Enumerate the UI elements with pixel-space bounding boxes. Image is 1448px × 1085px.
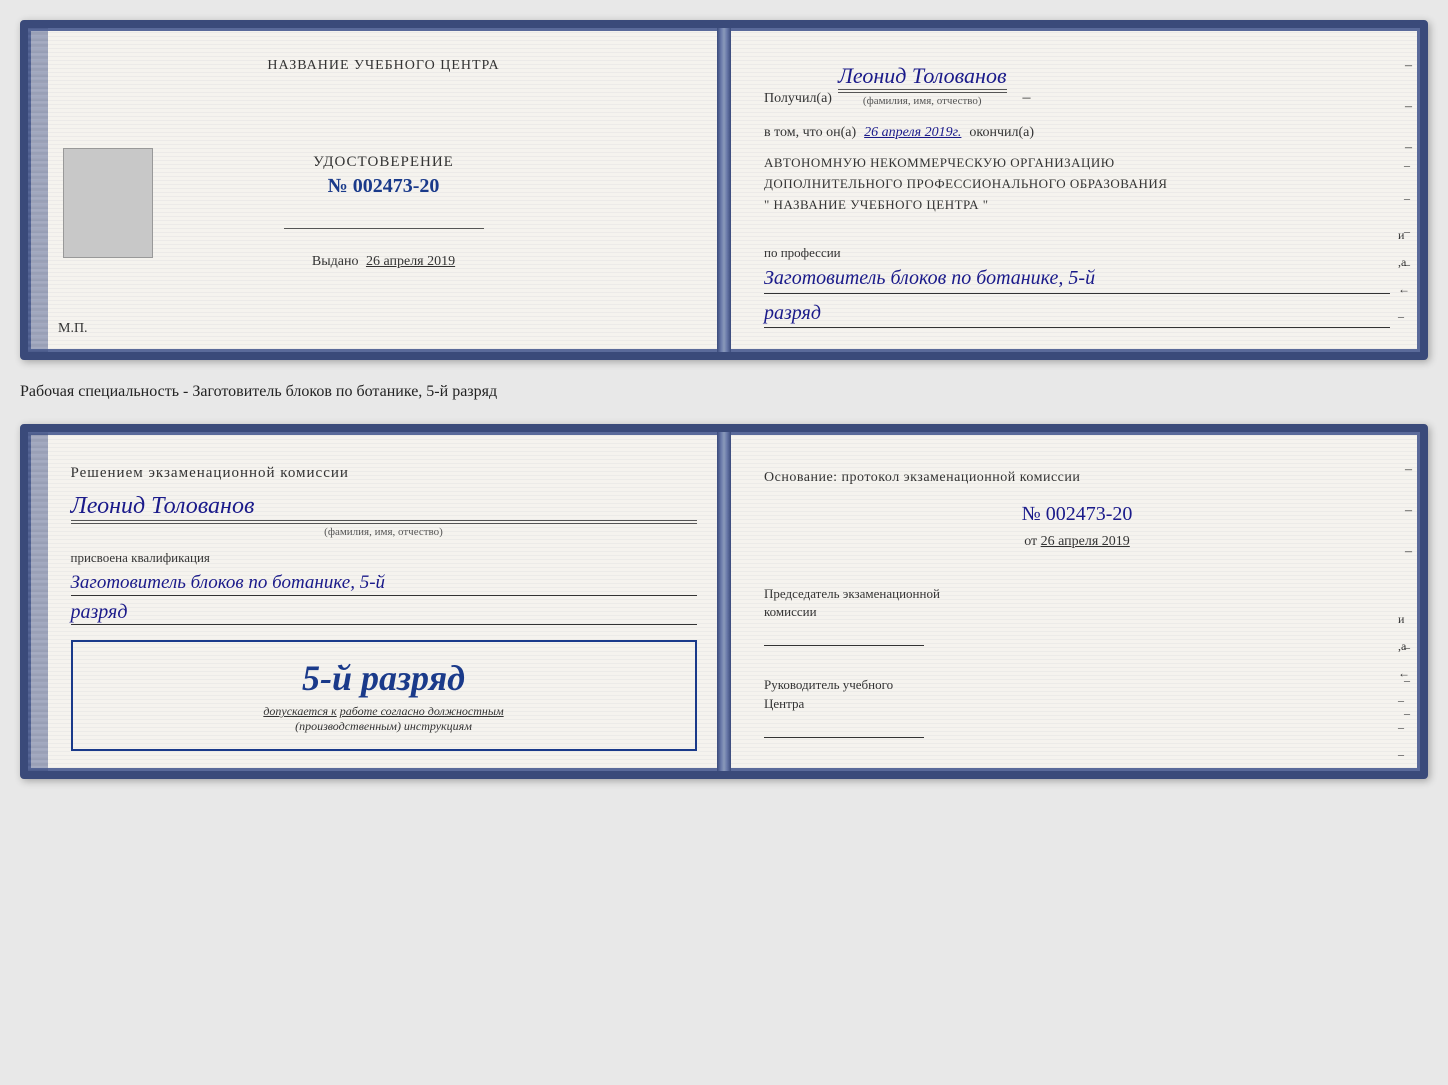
issued-date: 26 апреля 2019 [366,254,455,269]
certificate-number: № 002473-20 [71,175,697,198]
bottom-left-border-texture [28,432,48,771]
bottom-right-dashes: – – – [1405,462,1412,560]
qualification-value: Заготовитель блоков по ботанике, 5-й [71,571,697,597]
top-card-left: НАЗВАНИЕ УЧЕБНОГО ЦЕНТРА УДОСТОВЕРЕНИЕ №… [28,28,714,352]
bottom-document-card: Решением экзаменационной комиссии Леонид… [20,424,1428,779]
from-date: 26 апреля 2019 [1041,534,1130,549]
razryad-value: разряд [764,302,1390,328]
chairman-signature: Председатель экзаменационной комиссии [764,570,1390,646]
left-border-texture [28,28,48,352]
cert-text1: в том, что он(а) [764,125,856,141]
mp-label: М.П. [58,321,88,337]
protocol-number: № 002473-20 [764,503,1390,526]
specialty-text: Рабочая специальность - Заготовитель бло… [20,378,1428,406]
recipient-name: Леонид Толованов [838,63,1007,89]
stamp-sub: допускается к работе согласно должностны… [93,704,675,719]
recipient-name-block: Леонид Толованов (фамилия, имя, отчество… [838,63,1007,107]
photo-placeholder [63,148,153,258]
page-container: НАЗВАНИЕ УЧЕБНОГО ЦЕНТРА УДОСТОВЕРЕНИЕ №… [20,20,1428,779]
commission-line1: Решением экзаменационной комиссии [71,462,697,485]
date-from: от 26 апреля 2019 [764,534,1390,550]
name-label-bottom: (фамилия, имя, отчество) [71,523,697,538]
bottom-card-left: Решением экзаменационной комиссии Леонид… [28,432,714,771]
dash-1: – [1023,89,1031,107]
stamp-grade: 5-й разряд [93,657,675,699]
org-line1: АВТОНОМНУЮ НЕКОММЕРЧЕСКУЮ ОРГАНИЗАЦИЮ ДО… [764,153,1390,215]
profession-value: Заготовитель блоков по ботанике, 5-й [764,265,1390,294]
top-card-right: – – – Получил(а) Леонид Толованов (фамил… [714,28,1420,352]
razryad-bottom: разряд [71,601,697,625]
cert-date: 26 апреля 2019г. [864,125,961,141]
director-sig-line [764,718,924,738]
basis-text: Основание: протокол экзаменационной коми… [764,467,1390,488]
side-label-d1: – [1398,309,1410,324]
qualification-prefix: присвоена квалификация [71,550,697,566]
certificate-title: УДОСТОВЕРЕНИЕ [71,154,697,171]
director-signature: Руководитель учебного Центра [764,661,1390,737]
issued-prefix: Выдано [312,254,359,269]
top-right-dashes: – – – [1405,58,1412,156]
bottom-side-i: и [1398,612,1410,627]
stamp-italic: (производственным) инструкциям [93,719,675,734]
chairman-sig-line [764,626,924,646]
name-label-top: (фамилия, имя, отчество) [838,92,1007,107]
training-center-label: НАЗВАНИЕ УЧЕБНОГО ЦЕНТРА [71,58,697,74]
stamp-box: 5-й разряд допускается к работе согласно… [71,640,697,751]
director-role: Руководитель учебного Центра [764,676,1390,712]
side-label-arrow: ← [1398,282,1410,297]
person-name: Леонид Толованов [71,493,697,520]
chairman-role: Председатель экзаменационной комиссии [764,585,1390,621]
cert-text2: окончил(а) [969,125,1034,141]
from-prefix: от [1024,534,1037,549]
profession-label: по профессии [764,245,1390,261]
top-document-card: НАЗВАНИЕ УЧЕБНОГО ЦЕНТРА УДОСТОВЕРЕНИЕ №… [20,20,1428,360]
bottom-card-right: – – – Основание: протокол экзаменационно… [714,432,1420,771]
received-prefix: Получил(а) [764,91,832,107]
